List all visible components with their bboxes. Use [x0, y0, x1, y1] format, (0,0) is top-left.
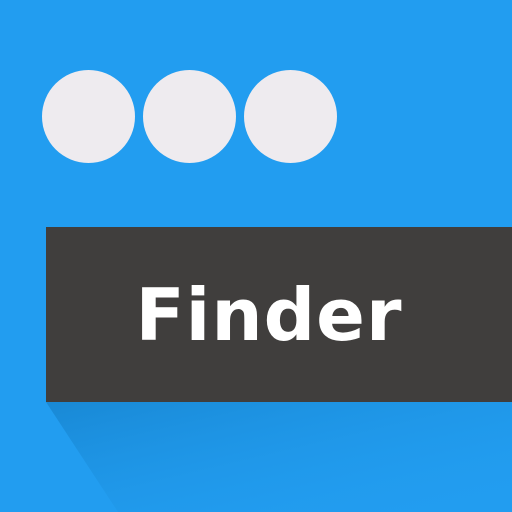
window-dot-1 [42, 70, 135, 163]
finder-app-icon[interactable]: Finder [0, 0, 512, 512]
app-name-label: Finder [135, 272, 403, 357]
window-dots [42, 70, 337, 163]
window-dot-2 [143, 70, 236, 163]
label-bar: Finder [46, 227, 512, 402]
window-dot-3 [244, 70, 337, 163]
